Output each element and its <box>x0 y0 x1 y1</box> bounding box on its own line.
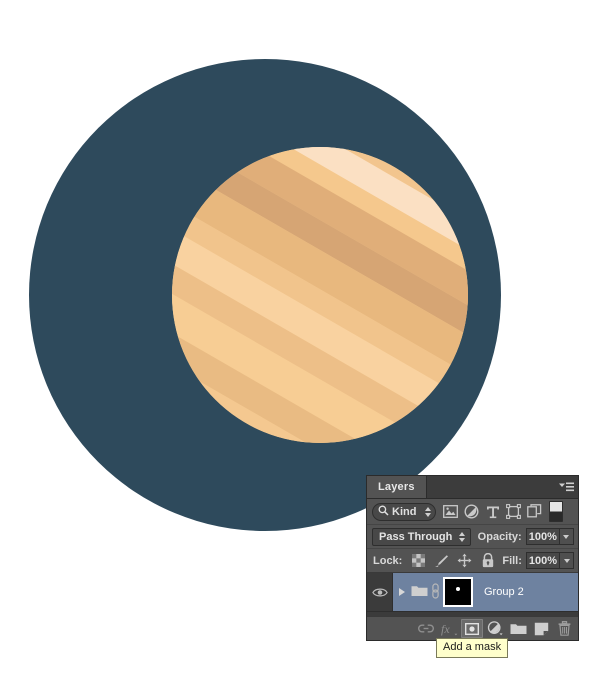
svg-text:fx: fx <box>441 622 450 636</box>
filter-enable-toggle[interactable] <box>549 501 563 522</box>
blend-mode-stepper[interactable] <box>458 531 467 542</box>
add-mask-button[interactable] <box>461 619 483 638</box>
group-expand-triangle-icon[interactable] <box>396 588 408 596</box>
layer-mask-thumbnail[interactable] <box>443 577 473 607</box>
layer-row-body[interactable]: Group 2 <box>393 573 578 611</box>
panel-menu-icon[interactable] <box>554 476 578 498</box>
search-icon <box>378 505 389 519</box>
adjustment-layer-filter-icon[interactable] <box>462 502 481 521</box>
layer-name-label: Group 2 <box>484 586 524 598</box>
link-layers-button[interactable] <box>415 619 437 638</box>
filter-kind-label: Kind <box>392 505 417 518</box>
blend-mode-select[interactable]: Pass Through <box>372 527 471 546</box>
tooltip-text: Add a mask <box>443 641 502 653</box>
fill-dropdown-arrow[interactable] <box>560 552 574 569</box>
lock-fill-bar: Lock: Fill: 100% <box>367 549 578 573</box>
opacity-label: Opacity: <box>477 530 522 543</box>
tab-layers-label: Layers <box>378 481 415 493</box>
trash-icon <box>558 621 570 636</box>
smart-object-filter-icon[interactable] <box>525 502 544 521</box>
link-icon[interactable] <box>431 582 440 602</box>
layer-visibility-toggle[interactable] <box>367 573 393 611</box>
filter-type-icons <box>441 501 575 522</box>
lock-position-icon[interactable] <box>457 553 472 568</box>
eye-icon <box>371 588 388 596</box>
pixel-layer-filter-icon[interactable] <box>441 502 460 521</box>
tab-layers[interactable]: Layers <box>367 476 427 498</box>
folder-icon <box>510 624 526 634</box>
shape-layer-filter-icon[interactable] <box>504 502 523 521</box>
layer-filter-bar: Kind <box>367 499 578 525</box>
layers-panel: Layers Kind Pass Through Opacity: 100% L… <box>367 476 578 640</box>
tabstrip-filler <box>426 476 554 498</box>
layer-style-button[interactable]: fx <box>438 619 460 638</box>
layers-bottom-toolbar: fx <box>367 616 578 640</box>
table-row[interactable]: Group 2 <box>367 573 578 612</box>
new-adjustment-layer-button[interactable] <box>484 619 506 638</box>
mask-white-dot <box>456 587 460 592</box>
tooltip: Add a mask <box>436 638 509 658</box>
filter-kind-select[interactable]: Kind <box>372 502 436 521</box>
lock-all-icon[interactable] <box>480 553 495 568</box>
mask-icon <box>465 622 479 635</box>
new-layer-icon <box>534 622 548 635</box>
folder-icon <box>411 584 428 600</box>
screenshot-root: Layers Kind Pass Through Opacity: 100% L… <box>0 0 600 675</box>
new-layer-button[interactable] <box>530 619 552 638</box>
lock-transparent-pixels-icon[interactable] <box>411 553 426 568</box>
new-group-button[interactable] <box>507 619 529 638</box>
filter-kind-stepper[interactable] <box>423 506 432 517</box>
layer-list: Group 2 <box>367 573 578 616</box>
type-layer-filter-icon[interactable] <box>483 502 502 521</box>
delete-layer-button[interactable] <box>553 619 575 638</box>
panel-tabstrip: Layers <box>367 476 578 499</box>
lock-buttons <box>411 553 495 568</box>
fill-input[interactable]: 100% <box>525 552 561 569</box>
fill-label: Fill: <box>502 554 522 567</box>
blend-opacity-bar: Pass Through Opacity: 100% <box>367 525 578 549</box>
lock-image-pixels-icon[interactable] <box>434 553 449 568</box>
opacity-input[interactable]: 100% <box>525 528 560 545</box>
blend-mode-value: Pass Through <box>379 530 453 543</box>
lock-label: Lock: <box>373 554 403 567</box>
opacity-dropdown-arrow[interactable] <box>559 528 574 545</box>
